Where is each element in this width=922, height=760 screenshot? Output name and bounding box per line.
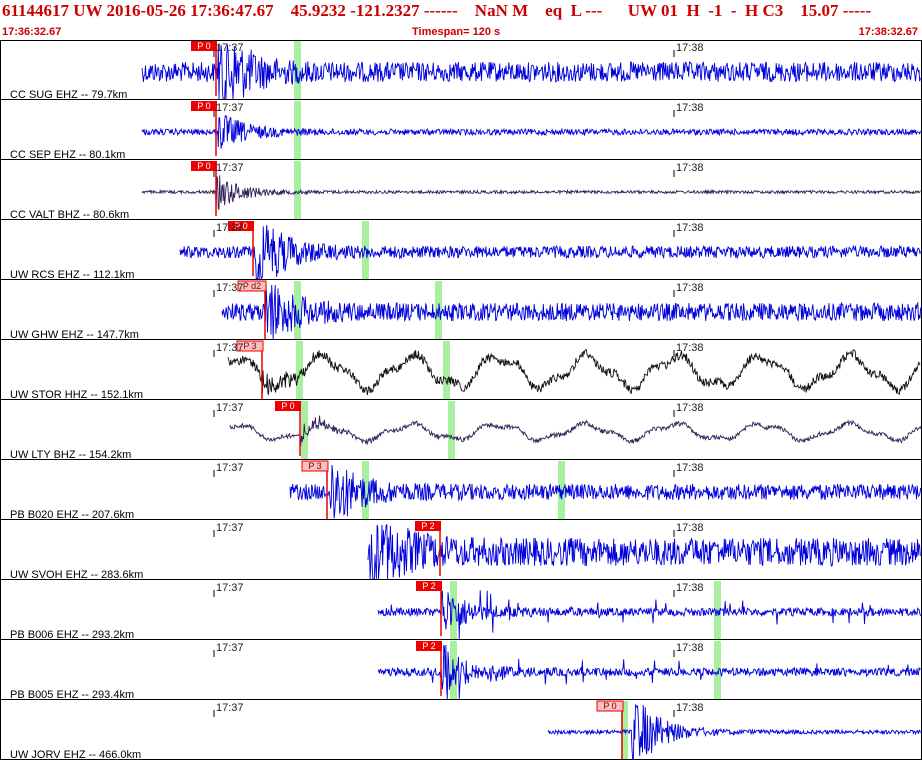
phase-pick-label: P 0: [197, 161, 210, 171]
minute-label-1737: 17:37: [216, 222, 244, 234]
event-summary-line: 61144617 UW 2016-05-26 17:36:47.67 45.92…: [2, 1, 872, 20]
pick-window-marker: [448, 401, 455, 459]
waveform-trace: [141, 175, 921, 210]
minute-label-1737: 17:37: [216, 42, 244, 54]
waveform-trace: [141, 44, 921, 100]
start-time-label: 17:36:32.67: [2, 26, 62, 38]
event-header: 61144617 UW 2016-05-26 17:36:47.67 45.92…: [0, 0, 922, 40]
waveform-trace: [227, 349, 921, 396]
minute-label-1738: 17:38: [676, 222, 704, 234]
waveform-trace: [229, 415, 922, 447]
pick-window-marker: [443, 341, 450, 399]
minute-label-1738: 17:38: [676, 702, 704, 714]
waveform-trace: [367, 524, 921, 580]
phase-pick-label: P 0: [197, 41, 210, 51]
minute-label-1737: 17:37: [216, 582, 244, 594]
phase-pick-label: P 0: [281, 401, 294, 411]
minute-label-1738: 17:38: [676, 522, 704, 534]
seismogram-panel[interactable]: P 0 17:37 17:38CC SUG EHZ -- 79.7kmP 0 17:3…: [0, 40, 922, 760]
minute-label-1738: 17:38: [676, 342, 704, 354]
phase-pick-label: P 2: [422, 641, 435, 651]
minute-label-1738: 17:38: [676, 162, 704, 174]
minute-label-1738: 17:38: [676, 282, 704, 294]
minute-label-1737: 17:37: [216, 342, 244, 354]
minute-label-1737: 17:37: [216, 642, 244, 654]
minute-label-1737: 17:37: [216, 462, 244, 474]
minute-label-1738: 17:38: [676, 582, 704, 594]
minute-label-1737: 17:37: [216, 702, 244, 714]
minute-label-1737: 17:37: [216, 402, 244, 414]
minute-label-1738: 17:38: [676, 402, 704, 414]
minute-label-1738: 17:38: [676, 42, 704, 54]
minute-label-1737: 17:37: [216, 522, 244, 534]
phase-pick-label: P 2: [422, 581, 435, 591]
phase-pick-label: P 3: [243, 341, 256, 351]
minute-label-1737: 17:37: [216, 102, 244, 114]
minute-label-1737: 17:37: [216, 282, 244, 294]
phase-pick-label: P 0: [197, 101, 210, 111]
timespan-label: Timespan= 120 s: [412, 26, 501, 38]
pick-window-marker: [294, 41, 301, 99]
waveform-trace: [289, 464, 922, 519]
phase-pick-label: P d2: [243, 281, 261, 291]
waveform-trace: [179, 224, 922, 280]
phase-pick-label: P 0: [603, 701, 616, 711]
waveform-trace: [221, 284, 922, 340]
pick-window-marker: [294, 161, 301, 219]
minute-label-1738: 17:38: [676, 462, 704, 474]
phase-pick-label: P 2: [421, 521, 434, 531]
minute-label-1738: 17:38: [676, 102, 704, 114]
channel-label: UW JORV EHZ -- 466.0km: [10, 749, 141, 760]
waveform-trace: [141, 114, 921, 149]
end-time-label: 17:38:32.67: [858, 26, 918, 38]
waveform-trace: [547, 703, 921, 760]
minute-label-1737: 17:37: [216, 162, 244, 174]
phase-pick-label: P 3: [308, 461, 321, 471]
waveform-trace: [377, 590, 921, 640]
waveform-trace: [377, 644, 921, 700]
minute-label-1738: 17:38: [676, 642, 704, 654]
